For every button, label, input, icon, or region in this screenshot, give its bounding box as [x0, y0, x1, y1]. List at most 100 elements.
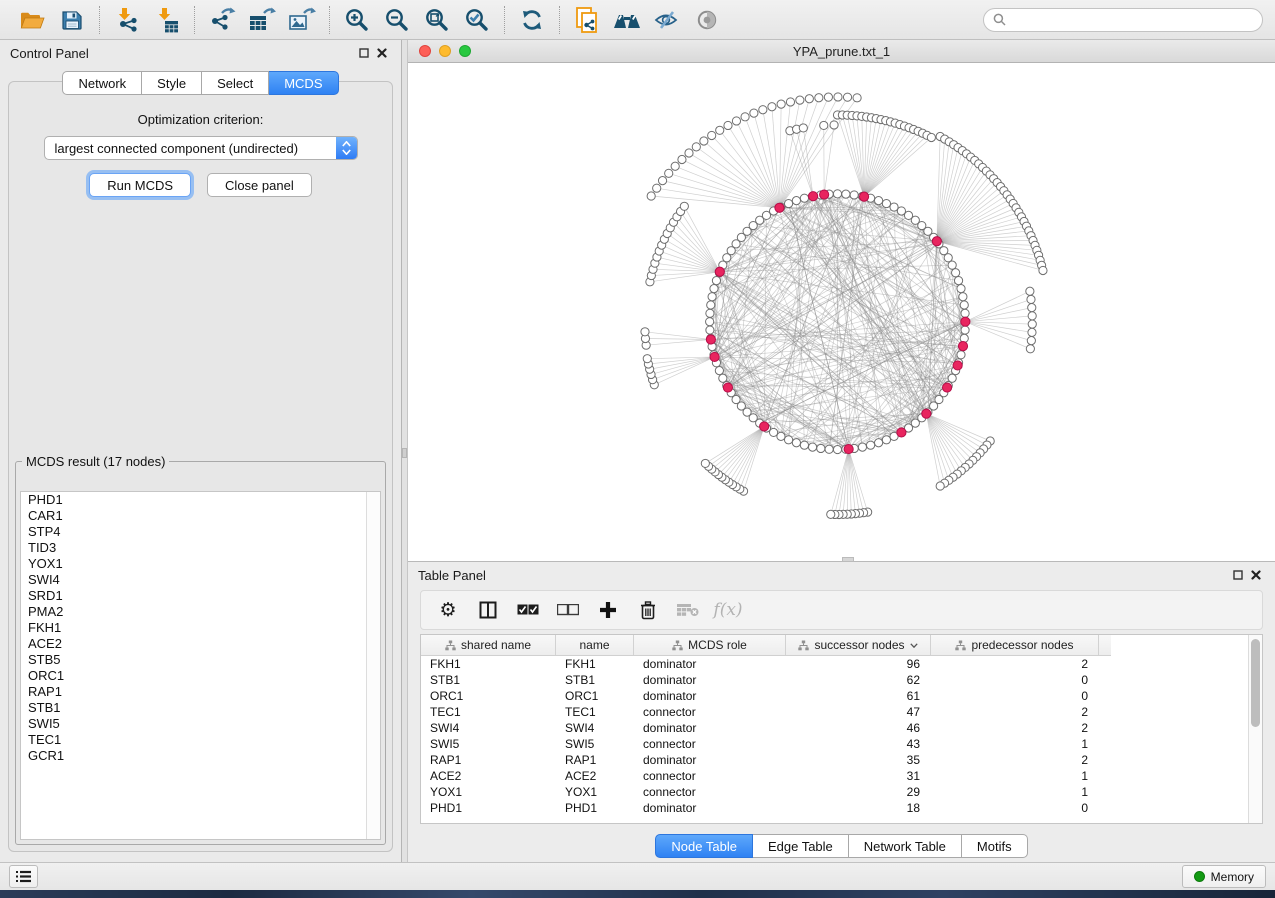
tab-node-table[interactable]: Node Table: [655, 834, 753, 858]
graph-node[interactable]: [706, 309, 714, 317]
graph-leaf-node[interactable]: [658, 177, 666, 185]
mcds-result-item[interactable]: STP4: [21, 524, 380, 540]
graph-leaf-node[interactable]: [708, 131, 716, 139]
delete-table-button[interactable]: [673, 595, 703, 625]
search-input[interactable]: [1012, 12, 1253, 28]
graph-node[interactable]: [960, 301, 968, 309]
table-row[interactable]: SWI5SWI5connector431: [421, 736, 1262, 752]
save-session-button[interactable]: [52, 3, 92, 37]
graph-node[interactable]: [954, 277, 962, 285]
graph-node-selected[interactable]: [953, 361, 962, 370]
close-panel-button-mcds[interactable]: Close panel: [207, 173, 312, 197]
graph-leaf-node[interactable]: [750, 109, 758, 117]
table-row[interactable]: FKH1FKH1dominator962: [421, 656, 1262, 672]
graph-leaf-node[interactable]: [643, 355, 651, 363]
mcds-result-item[interactable]: RAP1: [21, 684, 380, 700]
column-header-name[interactable]: name: [556, 635, 634, 655]
mcds-result-item[interactable]: STB5: [21, 652, 380, 668]
mcds-result-item[interactable]: GCR1: [21, 748, 380, 764]
table-scrollbar[interactable]: [1248, 635, 1262, 823]
table-scrollbar-thumb[interactable]: [1251, 639, 1260, 727]
tab-style[interactable]: Style: [142, 71, 202, 95]
tab-motifs[interactable]: Motifs: [962, 834, 1028, 858]
graph-leaf-node[interactable]: [692, 143, 700, 151]
export-table-button[interactable]: [242, 3, 282, 37]
mcds-result-item[interactable]: PHD1: [21, 492, 380, 508]
graph-node[interactable]: [792, 439, 800, 447]
graph-leaf-node[interactable]: [1028, 304, 1036, 312]
select-all-button[interactable]: [513, 595, 543, 625]
horizontal-splitter-grip[interactable]: [842, 557, 854, 562]
splitter-grip[interactable]: [402, 448, 407, 458]
run-mcds-button[interactable]: Run MCDS: [89, 173, 191, 197]
zoom-selected-button[interactable]: [457, 3, 497, 37]
mcds-result-item[interactable]: SRD1: [21, 588, 380, 604]
close-table-panel-button[interactable]: [1247, 567, 1265, 583]
graph-node[interactable]: [707, 301, 715, 309]
graph-node-selected[interactable]: [932, 237, 941, 246]
graph-leaf-node[interactable]: [834, 93, 842, 101]
graph-node[interactable]: [882, 436, 890, 444]
graph-leaf-node[interactable]: [777, 100, 785, 108]
column-header-predecessor-nodes[interactable]: predecessor nodes: [931, 635, 1099, 655]
graph-node[interactable]: [800, 194, 808, 202]
mcds-result-item[interactable]: TEC1: [21, 732, 380, 748]
graph-node[interactable]: [777, 432, 785, 440]
graph-leaf-node[interactable]: [1026, 345, 1034, 353]
tab-mcds[interactable]: MCDS: [269, 71, 338, 95]
graph-node[interactable]: [710, 285, 718, 293]
graph-node[interactable]: [874, 439, 882, 447]
graph-leaf-node[interactable]: [824, 93, 832, 101]
graph-leaf-node[interactable]: [1027, 337, 1035, 345]
graph-leaf-node[interactable]: [805, 95, 813, 103]
mcds-result-item[interactable]: ACE2: [21, 636, 380, 652]
tab-network[interactable]: Network: [62, 71, 142, 95]
function-builder-button[interactable]: f(x): [713, 595, 743, 625]
graph-node[interactable]: [858, 443, 866, 451]
graph-node[interactable]: [850, 191, 858, 199]
mcds-result-item[interactable]: PMA2: [21, 604, 380, 620]
tab-network-table[interactable]: Network Table: [849, 834, 962, 858]
graph-node[interactable]: [952, 269, 960, 277]
graph-node[interactable]: [959, 293, 967, 301]
network-graph[interactable]: [408, 63, 1275, 562]
column-header-mcds-role[interactable]: MCDS role: [634, 635, 786, 655]
graph-leaf-node[interactable]: [759, 106, 767, 114]
graph-leaf-node[interactable]: [820, 121, 828, 129]
table-row[interactable]: PHD1PHD1dominator180: [421, 800, 1262, 816]
graph-leaf-node[interactable]: [1027, 295, 1035, 303]
graph-node[interactable]: [719, 374, 727, 382]
tab-select[interactable]: Select: [202, 71, 269, 95]
minimize-window-button[interactable]: [439, 45, 451, 57]
graph-node[interactable]: [961, 309, 969, 317]
graph-node[interactable]: [866, 441, 874, 449]
graph-leaf-node[interactable]: [1026, 287, 1034, 295]
graph-node[interactable]: [882, 199, 890, 207]
graph-node-selected[interactable]: [897, 428, 906, 437]
graph-node[interactable]: [833, 445, 841, 453]
mcds-result-item[interactable]: SWI4: [21, 572, 380, 588]
table-row[interactable]: TEC1TEC1connector472: [421, 704, 1262, 720]
graph-node[interactable]: [808, 443, 816, 451]
graph-leaf-node[interactable]: [1039, 266, 1047, 274]
graph-node[interactable]: [825, 445, 833, 453]
graph-leaf-node[interactable]: [700, 137, 708, 145]
network-canvas[interactable]: [408, 63, 1275, 562]
table-row[interactable]: SWI4SWI4dominator462: [421, 720, 1262, 736]
zoom-out-button[interactable]: [377, 3, 417, 37]
graph-leaf-node[interactable]: [678, 155, 686, 163]
graph-node-selected[interactable]: [760, 422, 769, 431]
graph-node[interactable]: [706, 326, 714, 334]
graph-node[interactable]: [842, 190, 850, 198]
graph-node[interactable]: [874, 197, 882, 205]
graph-node[interactable]: [706, 318, 714, 326]
column-panel-button[interactable]: [473, 595, 503, 625]
graph-leaf-node[interactable]: [1028, 312, 1036, 320]
graph-node[interactable]: [957, 351, 965, 359]
graph-node[interactable]: [792, 197, 800, 205]
graph-node[interactable]: [948, 374, 956, 382]
graph-leaf-node[interactable]: [653, 184, 661, 192]
task-history-button[interactable]: [9, 865, 38, 888]
refresh-button[interactable]: [512, 3, 552, 37]
graph-node-selected[interactable]: [809, 192, 818, 201]
